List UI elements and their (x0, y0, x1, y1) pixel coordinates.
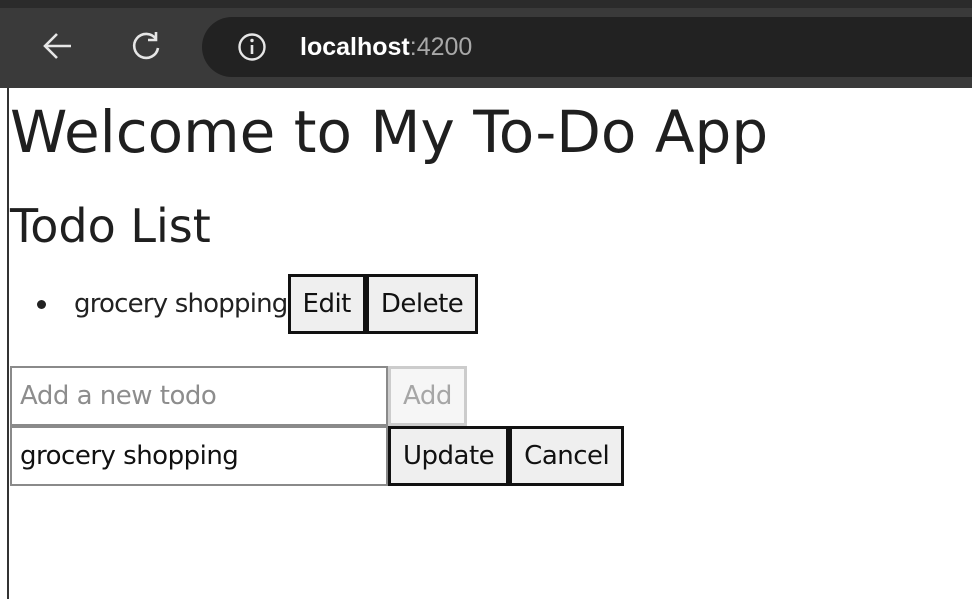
arrow-left-icon (43, 33, 71, 59)
list-item: grocery shopping Edit Delete (10, 274, 479, 334)
info-icon[interactable] (236, 31, 268, 63)
app-title: Welcome to My To-Do App (10, 98, 769, 166)
list-title: Todo List (10, 199, 211, 253)
tab-strip (0, 0, 972, 8)
url-port: :4200 (409, 33, 473, 61)
todo-list: grocery shopping Edit Delete (10, 274, 479, 334)
address-bar[interactable]: localhost:4200 (202, 17, 972, 77)
add-button[interactable]: Add (388, 366, 467, 426)
cancel-button[interactable]: Cancel (509, 426, 625, 486)
url-host: localhost (300, 33, 410, 61)
edit-todo-form: Update Cancel (10, 426, 625, 486)
update-button[interactable]: Update (388, 426, 510, 486)
url-text[interactable]: localhost:4200 (300, 31, 472, 63)
reload-icon (132, 32, 160, 60)
delete-button[interactable]: Delete (365, 274, 479, 334)
back-button[interactable] (34, 22, 82, 70)
browser-toolbar: localhost:4200 (0, 0, 972, 88)
add-todo-form: Add (10, 366, 467, 426)
todo-text: grocery shopping (74, 289, 288, 319)
edit-todo-input[interactable] (10, 426, 388, 486)
reload-button[interactable] (122, 22, 170, 70)
bullet-icon (37, 300, 46, 309)
edit-button[interactable]: Edit (287, 274, 366, 334)
window-edge (0, 88, 9, 599)
new-todo-input[interactable] (10, 366, 388, 426)
